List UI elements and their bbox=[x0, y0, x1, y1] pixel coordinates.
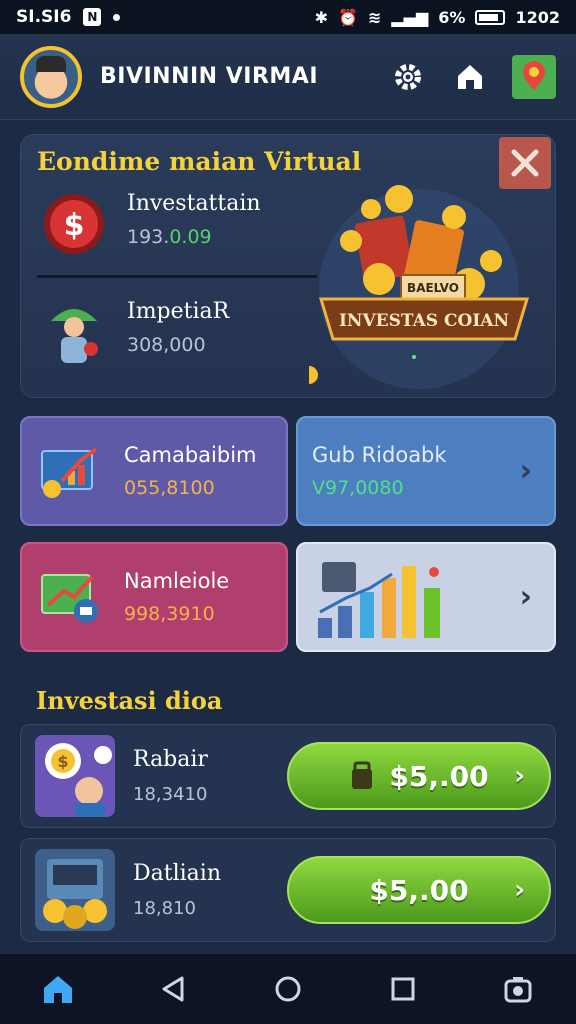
tile-gub-ridoabk[interactable]: Gub Ridoabk V97,0080 › bbox=[296, 416, 556, 526]
growth-board-icon bbox=[41, 574, 98, 623]
circle-home-icon bbox=[275, 976, 301, 1002]
investment-value: 18,3410 bbox=[133, 784, 208, 805]
avatar[interactable] bbox=[20, 45, 82, 108]
art-tag-text: BAELVO bbox=[407, 281, 459, 295]
nav-recents-button[interactable] bbox=[373, 959, 433, 1019]
bag-icon bbox=[352, 761, 373, 789]
hero-row-value: 308,000 bbox=[127, 334, 206, 356]
navigation-bar bbox=[0, 954, 576, 1024]
chevron-right-icon: › bbox=[514, 875, 525, 905]
notification-dot-icon bbox=[113, 13, 121, 21]
investment-card: $ Rabair 18,3410 $5,.00 › bbox=[20, 724, 556, 828]
buy-button[interactable]: $5,.00 › bbox=[287, 742, 551, 810]
wifi-icon: ≋ bbox=[367, 7, 382, 27]
tile-camabaibim[interactable]: Camabaibim 055,8100 bbox=[20, 416, 288, 526]
hero-row-label: ImpetiaR bbox=[127, 299, 230, 324]
investment-label: Rabair bbox=[133, 747, 208, 772]
home-icon[interactable] bbox=[450, 57, 490, 97]
hero-row-label: Investattain bbox=[127, 191, 261, 216]
camera-icon bbox=[504, 977, 532, 1003]
recents-icon bbox=[391, 977, 415, 1001]
coin-stack-thumbnail bbox=[35, 849, 115, 931]
hero-divider bbox=[37, 275, 317, 278]
app-header: BIVINNIN VIRMAI bbox=[0, 34, 576, 120]
investor-character-icon bbox=[51, 309, 98, 363]
tile-label: Gub Ridoabk bbox=[312, 443, 447, 467]
investment-value: 18,810 bbox=[133, 898, 196, 919]
signal-icon: ▂▄▆ bbox=[391, 7, 429, 27]
investor-thumbnail: $ bbox=[35, 735, 115, 817]
app-title: BIVINNIN VIRMAI bbox=[100, 64, 319, 89]
tile-label: Namleiole bbox=[124, 569, 230, 593]
hero-title: Eondime maian Virtual bbox=[37, 147, 362, 176]
hero-row-impetiar[interactable]: ImpetiaR 308,000 bbox=[41, 299, 229, 365]
svg-text:$: $ bbox=[57, 752, 68, 771]
art-sign-text: INVESTAS COIAN bbox=[339, 311, 509, 331]
tile-stats-chart[interactable]: › bbox=[296, 542, 556, 652]
status-bar: SI.SI6 N ✱ ⏰ ≋ ▂▄▆ 6% 1202 bbox=[0, 0, 576, 34]
hero-card: Eondime maian Virtual $ Investattain 193… bbox=[20, 134, 556, 398]
tile-value: 998,3910 bbox=[124, 603, 215, 625]
hero-row-value: 193.0.09 bbox=[127, 226, 212, 248]
close-icon bbox=[511, 149, 539, 177]
bluetooth-icon: ✱ bbox=[314, 7, 329, 27]
rising-chart-icon bbox=[41, 447, 98, 498]
settings-icon[interactable] bbox=[388, 57, 428, 97]
battery-percent: 6% bbox=[438, 7, 466, 27]
nav-home-circle-button[interactable] bbox=[258, 959, 318, 1019]
svg-text:$: $ bbox=[64, 208, 85, 243]
dollar-coin-icon: $ bbox=[44, 194, 104, 254]
alarm-icon: ⏰ bbox=[338, 7, 358, 27]
chevron-right-icon: › bbox=[519, 453, 532, 489]
section-title: Investasi dioa bbox=[36, 686, 223, 715]
investment-card: Datliain 18,810 $5,.00 › bbox=[20, 838, 556, 942]
chevron-right-icon: › bbox=[519, 579, 532, 615]
status-time-left: SI.SI6 bbox=[16, 7, 72, 27]
buy-button-label: $5,.00 bbox=[389, 759, 489, 793]
tile-namleiole[interactable]: Namleiole 998,3910 bbox=[20, 542, 288, 652]
hero-row-investment[interactable]: $ Investattain 193.0.09 bbox=[41, 191, 261, 257]
home-icon bbox=[43, 976, 72, 1003]
tile-label: Camabaibim bbox=[124, 443, 257, 467]
back-icon bbox=[162, 976, 184, 1002]
investment-label: Datliain bbox=[133, 861, 221, 886]
nav-screenshot-button[interactable] bbox=[488, 959, 548, 1019]
map-icon[interactable] bbox=[512, 54, 556, 99]
nav-back-button[interactable] bbox=[143, 959, 203, 1019]
buy-button[interactable]: $5,.00 › bbox=[287, 856, 551, 924]
chevron-right-icon: › bbox=[514, 761, 525, 791]
buy-button-label: $5,.00 bbox=[369, 873, 469, 907]
status-time-right: 1202 bbox=[515, 7, 560, 27]
tile-value: V97,0080 bbox=[312, 477, 404, 499]
bar-growth-illustration bbox=[318, 562, 440, 638]
treasure-chest-illustration: BAELVO INVESTAS COIAN bbox=[309, 185, 530, 389]
notification-app-icon: N bbox=[83, 8, 102, 26]
nav-home-button[interactable] bbox=[28, 959, 88, 1019]
battery-icon bbox=[475, 9, 506, 25]
tile-value: 055,8100 bbox=[124, 477, 215, 499]
